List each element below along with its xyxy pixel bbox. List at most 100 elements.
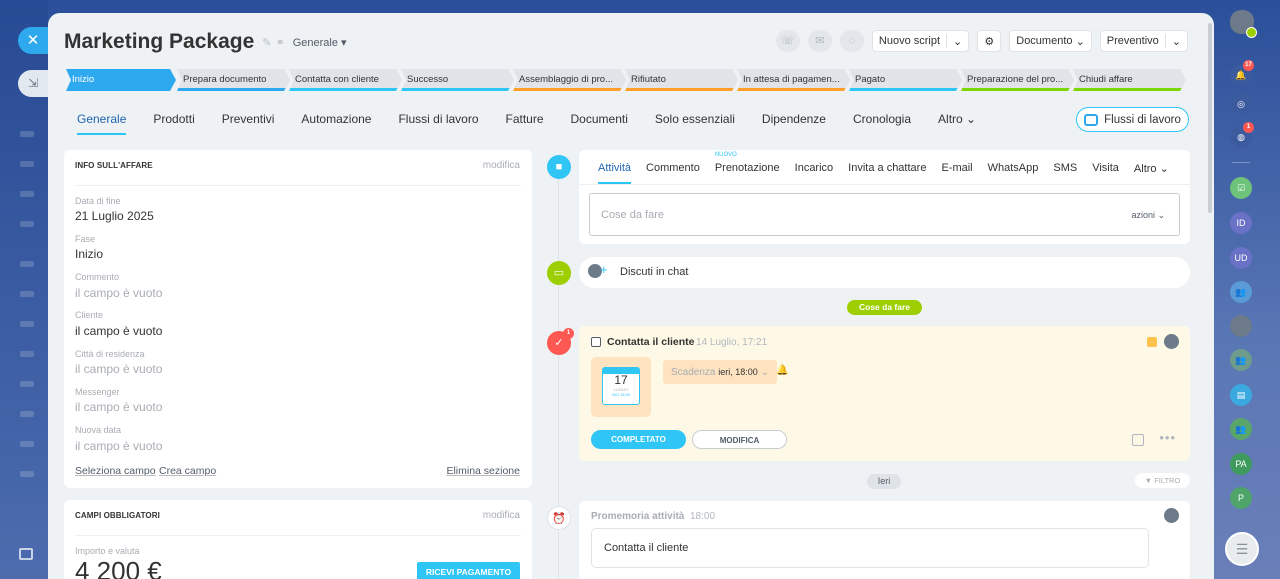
tab-fatture[interactable]: Fatture [506,112,544,126]
group-icon[interactable]: 👥 [1230,281,1252,303]
tasks-icon[interactable]: ☑ [1230,177,1252,199]
delete-section-link[interactable]: Elimina sezione [446,465,520,477]
tab-automazione[interactable]: Automazione [301,112,371,126]
avatar-ud[interactable]: UD [1230,247,1252,269]
stage-item[interactable]: Assemblaggio di pro... [513,69,626,91]
left-menu-item[interactable] [20,381,34,387]
document-button[interactable]: Documento ⌄ [1009,30,1092,52]
left-menu-item[interactable] [20,321,34,327]
todo-input[interactable]: Cose da fare azioni ⌄ [589,193,1180,236]
field-value[interactable]: il campo è vuoto [75,439,162,453]
field-value[interactable]: Inizio [75,247,103,261]
avatar-pa[interactable]: PA [1230,453,1252,475]
tab-sms[interactable]: SMS [1053,162,1077,175]
stage-item[interactable]: Successo [401,69,514,91]
left-menu-item[interactable] [20,221,34,227]
edit-section-link[interactable]: modifica [483,160,520,171]
tab-attivita[interactable]: Attività [598,162,632,184]
left-menu-item[interactable] [20,161,34,167]
left-menu-item[interactable] [20,291,34,297]
settings-button[interactable]: ⚙ [977,30,1002,52]
tab-incarico[interactable]: Incarico [795,162,834,175]
left-menu-item[interactable] [20,351,34,357]
menu-icon[interactable]: ☰ [1225,532,1259,566]
tab-email[interactable]: E-mail [941,162,972,175]
reminder-text[interactable]: Contatta il cliente [591,528,1149,568]
stage-item[interactable]: Prepara documento [177,69,290,91]
field-value[interactable]: il campo è vuoto [75,286,162,300]
tab-cronologia[interactable]: Cronologia [853,112,911,126]
select-field-link[interactable]: Seleziona campo [75,465,156,477]
group-icon[interactable]: 👥 [1230,349,1252,371]
task-title[interactable]: Contatta il cliente [607,336,695,348]
quote-button[interactable]: Preventivo ⌄ [1099,30,1188,52]
tab-prodotti[interactable]: Prodotti [153,112,194,126]
field-value[interactable]: il campo è vuoto [75,362,162,376]
stage-item[interactable]: In attesa di pagamen... [737,69,850,91]
bell-icon[interactable]: 🔔 [776,365,788,376]
avatar-p[interactable]: P [1230,487,1252,509]
stage-item[interactable]: Pagato [849,69,962,91]
todo-actions-dropdown[interactable]: azioni ⌄ [1131,210,1165,221]
new-script-button[interactable]: Nuovo script ⌄ [871,30,970,52]
tab-preventivi[interactable]: Preventivi [222,112,275,126]
link-icon[interactable]: ⚭ [275,36,284,49]
stage-item[interactable]: Rifiutato [625,69,738,91]
chevron-down-icon[interactable]: ⌄ [953,35,962,48]
left-menu-item[interactable] [20,131,34,137]
avatar[interactable] [1230,315,1252,337]
tab-visita[interactable]: Visita [1092,162,1119,175]
print-icon[interactable] [19,548,33,560]
stage-item[interactable]: Contatta con cliente [289,69,402,91]
left-menu-item[interactable] [20,261,34,267]
avatar-id[interactable]: ID [1230,212,1252,234]
tab-essenziali[interactable]: Solo essenziali [655,112,735,126]
stage-item[interactable]: Preparazione del pro... [961,69,1074,91]
tab-documenti[interactable]: Documenti [571,112,628,126]
tab-altro-activity[interactable]: Altro ⌄ [1134,162,1169,175]
tab-generale[interactable]: Generale [77,112,127,135]
note-icon[interactable] [1132,434,1144,446]
tab-prenotazione[interactable]: NUOVO Prenotazione [715,152,780,175]
amount-value[interactable]: 4 200 € [75,556,162,579]
tab-commento[interactable]: Commento [646,162,700,175]
left-menu-item[interactable] [20,441,34,447]
left-menu-item[interactable] [20,411,34,417]
plus-icon[interactable]: + [600,262,608,277]
receive-payment-button[interactable]: RICEVI PAGAMENTO [417,562,520,579]
create-field-link[interactable]: Crea campo [159,465,216,477]
tab-invita-chat[interactable]: Invita a chattare [848,162,926,175]
tab-dipendenze[interactable]: Dipendenze [762,112,826,126]
scrollbar[interactable] [1208,23,1212,213]
field-value[interactable]: il campo è vuoto [75,324,162,338]
chat-bubble-icon[interactable]: ◌ [839,30,864,52]
field-value[interactable]: il campo è vuoto [75,400,162,414]
stage-item[interactable]: Inizio [66,69,176,91]
complete-button[interactable]: COMPLETATO [591,430,686,449]
deadline-selector[interactable]: Scadenza ieri, 18:00 ⌄ [663,360,777,384]
color-tag[interactable] [1147,337,1157,347]
tab-whatsapp[interactable]: WhatsApp [988,162,1039,175]
edit-pencil-icon[interactable]: ✎ [262,36,271,49]
tab-flussi[interactable]: Flussi di lavoro [398,112,478,126]
category-selector[interactable]: Generale ▾ [293,36,347,49]
left-menu-item[interactable] [20,191,34,197]
phone-icon[interactable]: ☏ [775,30,800,52]
edit-section-link[interactable]: modifica [483,510,520,521]
minimize-slider-button[interactable]: ⇲ [18,70,48,97]
discuss-chat-row[interactable]: + Discuti in chat [579,257,1190,288]
left-menu-item[interactable] [20,471,34,477]
field-value[interactable]: 21 Luglio 2025 [75,209,154,223]
target-icon[interactable]: ◎ [1230,93,1252,115]
close-slider-button[interactable]: ✕ [18,27,48,54]
edit-task-button[interactable]: MODIFICA [692,430,787,449]
chat-bubble-icon[interactable]: ▤ [1230,384,1252,406]
task-checkbox[interactable] [591,337,601,347]
tab-altro[interactable]: Altro ⌄ [938,112,976,126]
mail-icon[interactable]: ✉ [807,30,832,52]
group-icon[interactable]: 👥 [1230,418,1252,440]
workflows-button[interactable]: Flussi di lavoro [1076,107,1189,132]
filter-button[interactable]: ▼ FILTRO [1135,473,1190,488]
stage-item[interactable]: Chiudi affare [1073,69,1186,91]
more-icon[interactable]: ••• [1159,430,1176,445]
